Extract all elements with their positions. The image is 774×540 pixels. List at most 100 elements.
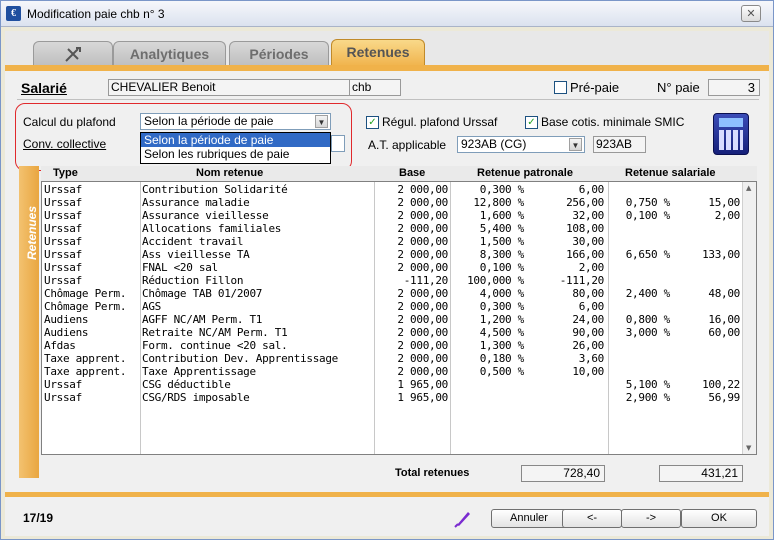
table-row[interactable]: Urssaf Réduction Fillon -111,20 100,000 % -1… [42,274,742,287]
salarie-code-field[interactable]: chb [349,79,401,96]
cell-nom: Assurance maladie [142,196,250,209]
prepaie-checkbox[interactable] [554,81,567,94]
cell-type: Chômage Perm. [44,287,127,300]
cell-base: 2 000,00 [397,248,448,261]
col-nom[interactable]: Nom retenue [196,167,263,179]
cell-pat-montant: 256,00 [566,196,604,209]
cell-pat-montant: 3,60 [578,352,605,365]
annuler-button[interactable]: Annuler [491,509,567,528]
table-row[interactable]: Urssaf FNAL <20 sal 2 000,00 0,100 % 2,00 [42,261,742,274]
conv-collective-field[interactable] [331,135,345,152]
cell-pat-montant: 10,00 [572,365,604,378]
cell-sal-taux: 2,400 % [625,287,671,300]
cell-pat-montant: 32,00 [572,209,604,222]
cell-nom: CSG/RDS imposable [142,391,250,404]
cell-pat-montant: 24,00 [572,313,604,326]
cell-nom: Contribution Solidarité [142,183,288,196]
table-row[interactable]: Urssaf Assurance vieillesse 2 000,00 1,600 … [42,209,742,222]
table-row[interactable]: Taxe apprent. Contribution Dev. Apprentis… [42,352,742,365]
col-type[interactable]: Type [53,167,78,179]
cell-base: 2 000,00 [397,339,448,352]
at-applicable-select[interactable]: 923AB (CG) ▼ [457,136,585,153]
cell-nom: Accident travail [142,235,244,248]
scroll-up-icon[interactable]: ▲ [746,184,751,192]
cell-pat-montant: 108,00 [566,222,604,235]
check-icon: ✓ [527,117,536,128]
at-code-field[interactable]: 923AB [593,136,646,153]
vertical-scrollbar[interactable]: ▲ ▼ [742,182,756,454]
chevron-down-icon[interactable]: ▼ [315,115,328,128]
calculator-icon[interactable] [713,113,749,155]
tab-periodes[interactable]: Périodes [229,41,329,67]
cell-pat-taux: 0,100 % [479,261,525,274]
retenues-table[interactable]: Urssaf Contribution Solidarité 2 000,00 0,3… [41,181,757,455]
option-rubriques[interactable]: Selon les rubriques de paie [141,147,330,161]
tab-general[interactable] [33,41,113,67]
cell-type: Taxe apprent. [44,365,127,378]
cell-base: 2 000,00 [397,313,448,326]
cell-nom: Chômage TAB 01/2007 [142,287,263,300]
cell-pat-taux: 0,300 % [479,183,525,196]
table-row[interactable]: Urssaf Accident travail 2 000,00 1,500 % 30,… [42,235,742,248]
calcul-plafond-select[interactable]: Selon la période de paie ▼ [140,113,331,130]
grid-header: Type Nom retenue Base Retenue patronale … [41,166,757,181]
table-row[interactable]: Urssaf Contribution Solidarité 2 000,00 0,3… [42,183,742,196]
cell-pat-taux: 0,180 % [479,352,525,365]
cell-sal-montant: 133,00 [702,248,740,261]
cell-sal-montant: 56,99 [708,391,740,404]
table-row[interactable]: Urssaf Ass vieillesse TA 2 000,00 8,300 % 16… [42,248,742,261]
cell-base: 1 965,00 [397,391,448,404]
cell-pat-taux: 1,200 % [479,313,525,326]
cell-type: Urssaf [44,261,82,274]
calcul-plafond-value: Selon la période de paie [144,114,274,128]
tab-retenues[interactable]: Retenues [331,39,425,67]
conv-collective-link[interactable]: Conv. collective [23,137,106,151]
col-patronale[interactable]: Retenue patronale [477,167,573,179]
divider [17,99,759,100]
scroll-down-icon[interactable]: ▼ [746,444,751,452]
cell-base: -111,20 [403,274,449,287]
table-row[interactable]: Chômage Perm. AGS 2 000,00 0,300 % 6,00 [42,300,742,313]
cell-sal-taux: 6,650 % [625,248,671,261]
npaie-field[interactable]: 3 [708,79,760,96]
cell-pat-montant: 90,00 [572,326,604,339]
tab-bar: Analytiques Périodes Retenues [5,31,769,67]
prev-button[interactable]: <- [562,509,622,528]
cell-base: 2 000,00 [397,209,448,222]
cell-type: Urssaf [44,274,82,287]
pen-icon[interactable] [453,508,473,528]
col-base[interactable]: Base [399,167,425,179]
ok-button[interactable]: OK [681,509,757,528]
regul-checkbox[interactable]: ✓ [366,116,379,129]
table-row[interactable]: Chômage Perm. Chômage TAB 01/2007 2 000,00… [42,287,742,300]
cell-pat-taux: 8,300 % [479,248,525,261]
tab-analytiques[interactable]: Analytiques [113,41,226,67]
cell-type: Urssaf [44,222,82,235]
table-row[interactable]: Taxe apprent. Taxe Apprentissage 2 000,00 0… [42,365,742,378]
cell-base: 2 000,00 [397,235,448,248]
sidebar-label: Retenues [25,205,39,261]
chevron-down-icon[interactable]: ▼ [569,138,582,151]
cell-nom: Ass vieillesse TA [142,248,250,261]
table-row[interactable]: Afdas Form. continue <20 sal. 2 000,00 1,30… [42,339,742,352]
base-smic-checkbox[interactable]: ✓ [525,116,538,129]
table-row[interactable]: Audiens AGFF NC/AM Perm. T1 2 000,00 1,200 … [42,313,742,326]
close-button[interactable]: ✕ [741,5,761,22]
cell-nom: AGFF NC/AM Perm. T1 [142,313,263,326]
table-row[interactable]: Urssaf Assurance maladie 2 000,00 12,800 % 2… [42,196,742,209]
table-row[interactable]: Urssaf Allocations familiales 2 000,00 5,40… [42,222,742,235]
salarie-label[interactable]: Salarié [21,80,67,96]
calcul-plafond-dropdown[interactable]: Selon la période de paie Selon les rubri… [140,132,331,164]
cell-pat-taux: 0,500 % [479,365,525,378]
next-button[interactable]: -> [621,509,681,528]
table-row[interactable]: Urssaf CSG/RDS imposable 1 965,00 2,900 % 56… [42,391,742,404]
table-row[interactable]: Urssaf CSG déductible 1 965,00 5,100 % 100,2… [42,378,742,391]
col-salariale[interactable]: Retenue salariale [625,167,716,179]
option-periode[interactable]: Selon la période de paie [141,133,330,147]
cell-nom: Taxe Apprentissage [142,365,256,378]
salarie-name-field[interactable]: CHEVALIER Benoit [108,79,350,96]
table-row[interactable]: Audiens Retraite NC/AM Perm. T1 2 000,00 4,… [42,326,742,339]
total-patronale: 728,40 [521,465,605,482]
prepaie-label: Pré-paie [570,80,620,95]
cell-base: 2 000,00 [397,196,448,209]
